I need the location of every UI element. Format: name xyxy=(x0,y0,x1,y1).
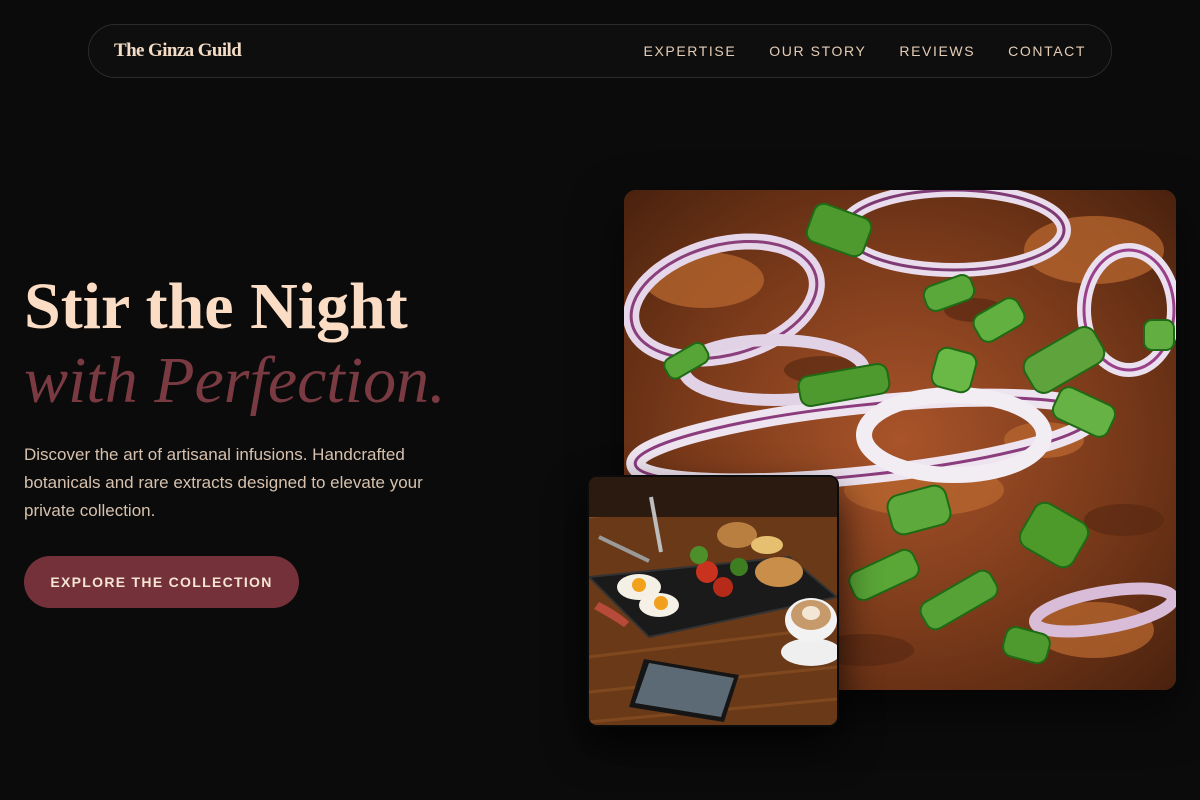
nav-link-our-story[interactable]: OUR STORY xyxy=(769,43,866,59)
explore-collection-button[interactable]: EXPLORE THE COLLECTION xyxy=(24,556,299,608)
hero-title-italic: with Perfection. xyxy=(24,344,446,417)
nav-link-expertise[interactable]: EXPERTISE xyxy=(644,43,737,59)
top-nav: The Ginza Guild EXPERTISE OUR STORY REVI… xyxy=(88,24,1112,78)
nav-link-contact[interactable]: CONTACT xyxy=(1008,43,1086,59)
nav-links: EXPERTISE OUR STORY REVIEWS CONTACT xyxy=(644,43,1086,59)
hero-description: Discover the art of artisanal infusions.… xyxy=(24,445,423,520)
nav-link-reviews[interactable]: REVIEWS xyxy=(899,43,975,59)
brand-logo[interactable]: The Ginza Guild xyxy=(114,40,242,62)
hero-title: Stir the Night xyxy=(24,270,408,343)
hero-inset-image xyxy=(587,475,839,727)
